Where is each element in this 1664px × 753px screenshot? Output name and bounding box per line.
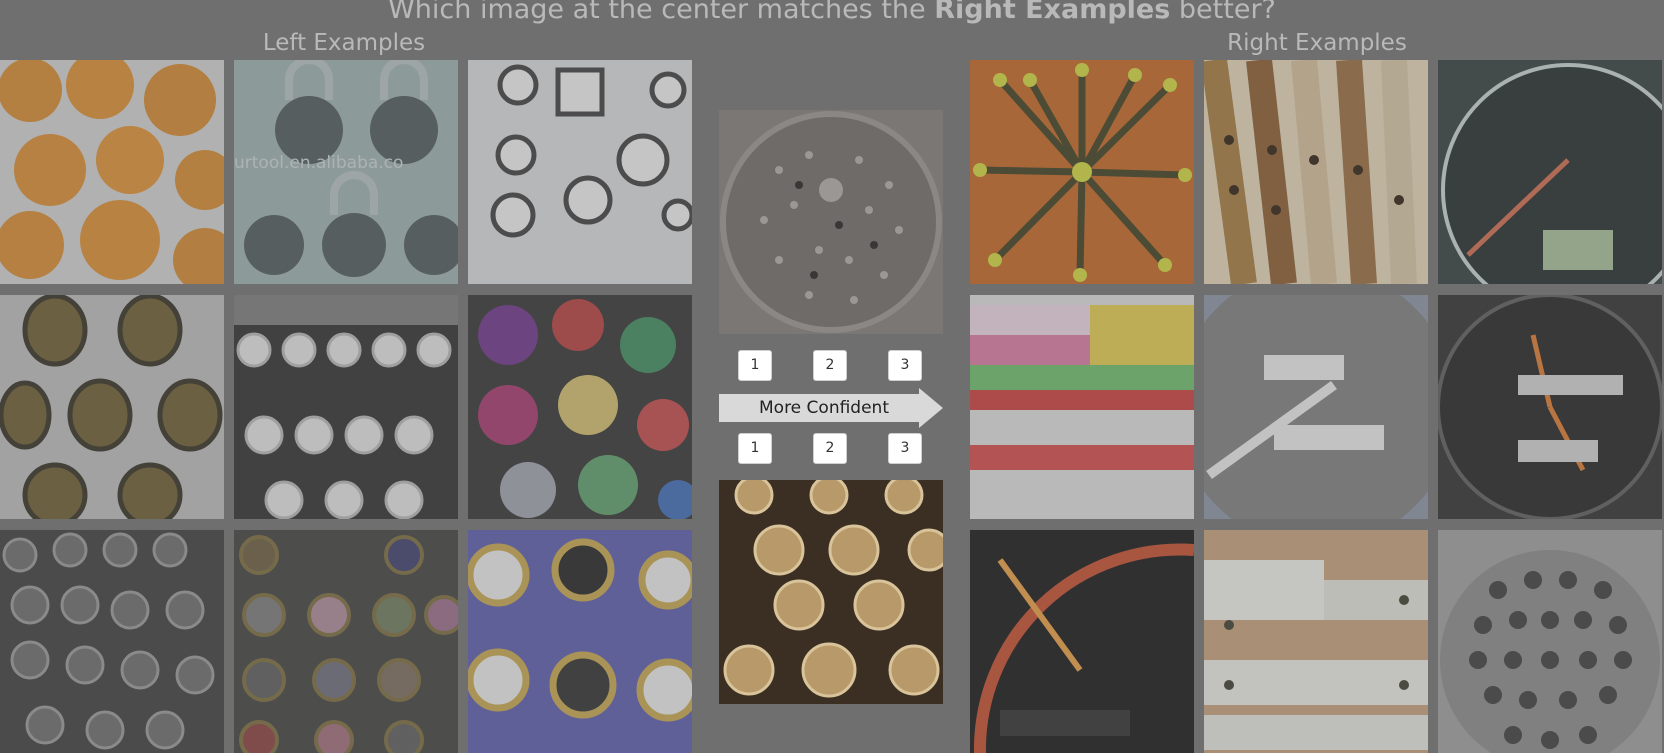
left-example-medallions: [0, 295, 224, 519]
right-example-speaker-grille: [1438, 530, 1662, 753]
left-examples-label: Left Examples: [262, 30, 426, 56]
left-example-typewriter-keys-dark: [0, 530, 224, 753]
matching-task-stage: Which image at the center matches the Ri…: [0, 0, 1664, 753]
top-option-2[interactable]: 2: [813, 350, 847, 381]
right-example-odometer-gauge: [1204, 295, 1428, 519]
right-examples-label: Right Examples: [1227, 30, 1407, 56]
right-example-speedometer: [1438, 60, 1662, 284]
bottom-option-2[interactable]: 2: [813, 433, 847, 464]
query-image-bottom-typewriter-keys: [719, 480, 943, 704]
right-example-color-cubes: [970, 295, 1194, 519]
more-confident-label: More Confident: [759, 398, 889, 418]
right-example-speedometer-yellow: [1438, 295, 1662, 519]
query-image-top-manhole-cover: [719, 110, 943, 334]
left-example-oranges: [0, 60, 224, 284]
left-example-wall-clocks: [468, 60, 692, 284]
bottom-option-1[interactable]: 1: [738, 433, 772, 464]
left-example-bottle-cap-pins: [234, 530, 458, 753]
right-example-speedometer-red-needle: [970, 530, 1194, 753]
more-confident-arrow: More Confident: [719, 388, 943, 428]
top-option-1[interactable]: 1: [738, 350, 772, 381]
left-example-padlocks: urtool.en.alibaba.co: [234, 60, 458, 284]
right-example-flutes: [1204, 60, 1428, 284]
right-example-pencils: [970, 60, 1194, 284]
right-example-white-drawers: [1204, 530, 1428, 753]
bottom-option-3[interactable]: 3: [888, 433, 922, 464]
left-example-bottle-caps: [468, 295, 692, 519]
question-heading: Which image at the center matches the Ri…: [388, 0, 1276, 25]
top-option-3[interactable]: 3: [888, 350, 922, 381]
left-example-typewriter-keys: [234, 295, 458, 519]
left-example-brass-clocks: [468, 530, 692, 753]
